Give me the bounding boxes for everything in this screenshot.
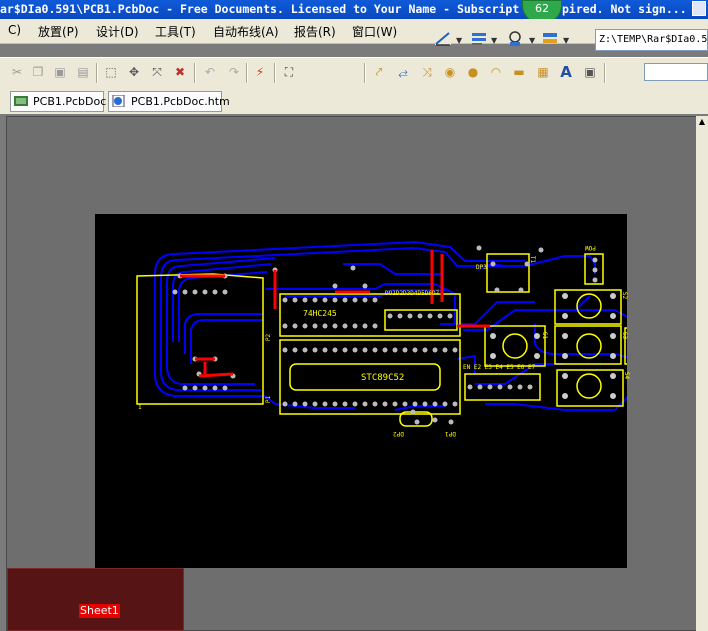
- pow-label: POW: [585, 244, 596, 251]
- interactive-route-icon[interactable]: ⤤: [372, 65, 386, 79]
- inspector-icon[interactable]: ⛶: [282, 65, 296, 79]
- pcb-board[interactable]: 74HC245 STC89C52 DO1D2D3D4D5D6D7 EN E2 E…: [95, 214, 631, 568]
- scroll-up-icon[interactable]: ▲: [697, 117, 707, 127]
- silkscreen: [136, 253, 627, 427]
- t1-label: T1: [529, 255, 537, 264]
- vertical-scrollbar[interactable]: ▲: [696, 116, 708, 631]
- dp3-outline: [486, 253, 530, 293]
- tab-pcb1-pcbdoc[interactable]: PCB1.PcbDoc: [10, 91, 107, 112]
- toolbar-separator: [246, 63, 248, 83]
- path-field[interactable]: Z:\TEMP\Rar$DIa0.5: [595, 29, 708, 51]
- chevron-down-icon[interactable]: ▼: [456, 36, 463, 45]
- s2-label: S2: [621, 291, 629, 300]
- toolbar-separator: [604, 63, 606, 83]
- led-header-label: DO1D2D3D4D5D6D7: [385, 290, 440, 297]
- menu-item-autoroute[interactable]: 自动布线(A): [213, 23, 279, 40]
- document-tab-bar: PCB1.PcbDoc PCB1.PcbDoc.htm: [0, 88, 708, 114]
- undo-icon[interactable]: ↶: [203, 65, 217, 79]
- u1-label: STC89C52: [361, 373, 405, 383]
- cut-icon[interactable]: ✂: [10, 65, 24, 79]
- grid-snap-icon[interactable]: [435, 31, 451, 46]
- cross-probe-icon[interactable]: ⚡: [253, 65, 267, 79]
- tab-label: PCB1.PcbDoc: [33, 95, 107, 108]
- component-pads: [172, 245, 598, 425]
- rubber-stamp-icon[interactable]: ▤: [76, 65, 90, 79]
- dp2-label: DP2: [393, 430, 404, 437]
- toolbar-separator: [96, 63, 98, 83]
- html-document-icon: [112, 95, 125, 107]
- tab-pcb1-pcbdoc-htm[interactable]: PCB1.PcbDoc.htm: [108, 91, 230, 112]
- toolbar-separator: [194, 63, 196, 83]
- window-title-tail: pired. Not sign...: [562, 2, 687, 16]
- copy-icon[interactable]: ❐: [31, 65, 45, 79]
- u2-label: 74HC245: [303, 309, 337, 318]
- sheet-panel[interactable]: [7, 568, 184, 631]
- pad-icon[interactable]: ◉: [443, 65, 457, 79]
- multi-route-icon[interactable]: ⥄: [396, 65, 410, 79]
- dp3-label: DP3: [476, 264, 487, 271]
- s3-label: S3: [621, 331, 629, 340]
- polygon-icon[interactable]: ▦: [536, 65, 550, 79]
- p1-label: P1: [265, 395, 273, 404]
- p2-label: P2: [265, 333, 273, 342]
- align-icon[interactable]: [472, 33, 486, 45]
- title-bar: ar$DIa0.591\PCB1.PcbDoc - Free Documents…: [0, 0, 708, 19]
- deselect-icon[interactable]: ✖: [173, 65, 187, 79]
- component-icon[interactable]: ▣: [583, 65, 597, 79]
- toolbar-search-input[interactable]: [644, 63, 708, 81]
- window-control-button[interactable]: [692, 1, 706, 16]
- menu-item-c[interactable]: C): [8, 23, 21, 37]
- string-icon[interactable]: A: [559, 65, 573, 80]
- dp1-label: DP1: [445, 430, 456, 437]
- toolbar-separator: [274, 63, 276, 83]
- edit-toolbar: ✂ ❐ ▣ ▤ ⬚ ✥ ⤧ ✖ ↶ ↷ ⚡ ⛶ ⤤ ⥄ ⤨ ◉ ● ◠ ▬ ▦ …: [0, 57, 708, 89]
- pin-header-label: EN E2 E3 E4 E5 E6 E7: [463, 364, 536, 371]
- redo-icon[interactable]: ↷: [227, 65, 241, 79]
- menu-item-tools[interactable]: 工具(T): [155, 23, 196, 40]
- menu-item-reports[interactable]: 报告(R): [294, 23, 336, 40]
- menu-item-window[interactable]: 窗口(W): [352, 23, 397, 40]
- pcb-artwork: [136, 240, 627, 427]
- pin1-marker: 1: [138, 404, 142, 411]
- find-icon[interactable]: [509, 31, 521, 46]
- chevron-down-icon[interactable]: ▼: [491, 36, 498, 45]
- select-area-icon[interactable]: ⬚: [104, 65, 118, 79]
- paste-icon[interactable]: ▣: [53, 65, 67, 79]
- toolbar-separator: [364, 63, 366, 83]
- fill-icon[interactable]: ▬: [512, 65, 526, 79]
- layer-icon[interactable]: [543, 33, 557, 43]
- s4-label: S4: [623, 371, 631, 380]
- chevron-down-icon[interactable]: ▼: [529, 36, 536, 45]
- tab-label: PCB1.PcbDoc.htm: [131, 95, 230, 108]
- s1-label: S1: [541, 331, 549, 340]
- pcb-document-icon: [14, 96, 28, 106]
- arc-icon[interactable]: ◠: [489, 65, 503, 79]
- window-title: ar$DIa0.591\PCB1.PcbDoc - Free Documents…: [0, 2, 520, 16]
- menu-item-design[interactable]: 设计(D): [96, 23, 139, 40]
- view-toolbar: ▼ ▼ ▼ ▼: [435, 31, 570, 46]
- diff-pair-icon[interactable]: ⤨: [420, 65, 434, 79]
- led-array: [384, 309, 458, 331]
- via-icon[interactable]: ●: [466, 65, 480, 79]
- move-icon[interactable]: ✥: [127, 65, 141, 79]
- chevron-down-icon[interactable]: ▼: [563, 36, 570, 45]
- menu-item-place[interactable]: 放置(P): [38, 23, 79, 40]
- select-icon[interactable]: ⤧: [150, 65, 164, 79]
- sheet-label[interactable]: Sheet1: [79, 604, 120, 618]
